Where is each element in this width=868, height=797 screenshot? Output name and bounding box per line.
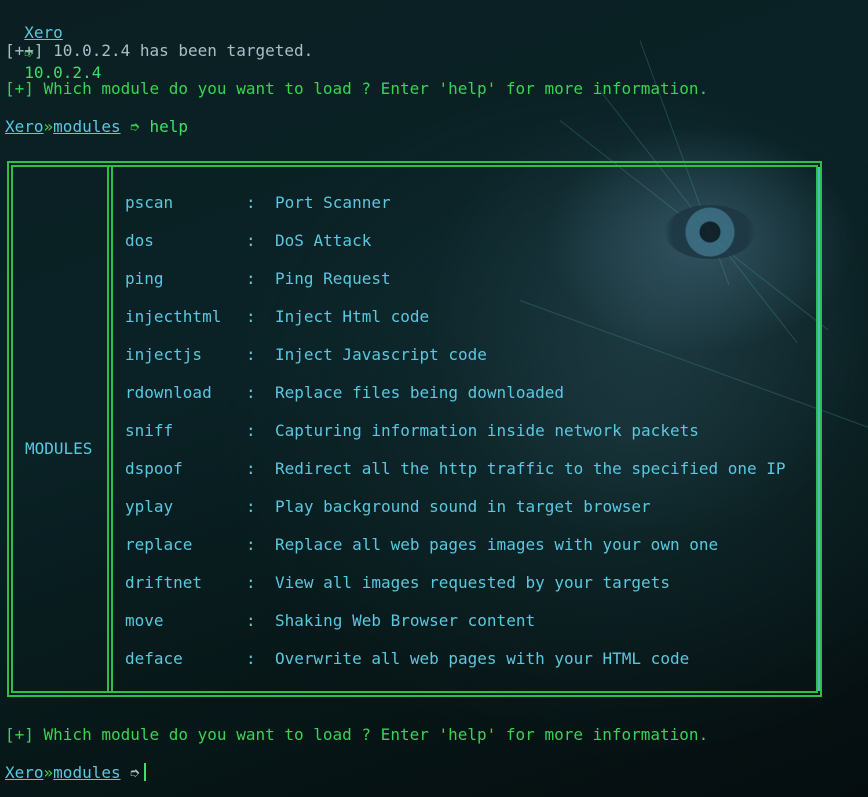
module-name: deface [125,649,183,668]
module-row: injectjs: Inject Javascript code [125,345,815,365]
module-name: ping [125,269,164,288]
prompt-separator: » [43,117,54,136]
module-separator: : [246,231,256,250]
module-description: Inject Javascript code [275,345,487,364]
modules-side-label: MODULES [25,439,93,458]
module-row: rdownload: Replace files being downloaded [125,383,815,403]
module-description: Redirect all the http traffic to the spe… [275,459,786,478]
module-separator: : [246,535,256,554]
module-separator: : [246,383,256,402]
module-row: deface: Overwrite all web pages with your… [125,649,815,669]
module-separator: : [246,611,256,630]
module-name: yplay [125,497,174,516]
module-description: Shaking Web Browser content [275,611,536,630]
prompt-separator: » [43,763,54,782]
modules-table-right-edge [818,167,820,691]
module-name: driftnet [125,573,203,592]
module-separator: : [246,497,256,516]
module-description: Replace files being downloaded [275,383,564,402]
prompt-line-input[interactable]: Xero»modules ➮ [5,763,146,783]
prompt-context: modules [53,763,121,782]
column-divider [107,165,109,693]
module-question: [+] Which module do you want to load ? E… [5,79,709,98]
target-message: [++] 10.0.2.4 has been targeted. [5,41,314,60]
module-row: replace: Replace all web pages images wit… [125,535,815,555]
module-name: injectjs [125,345,203,364]
module-description: Overwrite all web pages with your HTML c… [275,649,690,668]
module-name: injecthtml [125,307,222,326]
module-row: injecthtml: Inject Html code [125,307,815,327]
prompt-context: modules [53,117,121,136]
module-description: View all images requested by your target… [275,573,670,592]
module-description: Capturing information inside network pac… [275,421,699,440]
text-cursor [143,763,146,781]
module-separator: : [246,649,256,668]
module-separator: : [246,459,256,478]
module-separator: : [246,345,256,364]
module-description: Ping Request [275,269,391,288]
prompt-arrow-icon: ➮ [130,763,140,782]
prompt-user: Xero [5,763,44,782]
module-row: dos: DoS Attack [125,231,815,251]
module-separator: : [246,573,256,592]
prompt-line-help: Xero»modules ➮ help [5,117,188,137]
module-separator: : [246,307,256,326]
module-row: dspoof: Redirect all the http traffic to … [125,459,815,479]
module-row: pscan: Port Scanner [125,193,815,213]
module-description: DoS Attack [275,231,372,250]
module-name: rdownload [125,383,212,402]
module-row: driftnet: View all images requested by yo… [125,573,815,593]
module-row: move: Shaking Web Browser content [125,611,815,631]
module-name: dspoof [125,459,183,478]
module-separator: : [246,269,256,288]
module-description: Inject Html code [275,307,430,326]
help-command: help [149,117,189,136]
module-separator: : [246,193,256,212]
module-separator: : [246,421,256,440]
module-description: Replace all web pages images with your o… [275,535,719,554]
module-description: Port Scanner [275,193,391,212]
module-name: replace [125,535,193,554]
prompt-arrow-icon: ➮ [130,117,140,136]
module-row: sniff: Capturing information inside netwo… [125,421,815,441]
module-question: [+] Which module do you want to load ? E… [5,725,709,744]
module-row: ping: Ping Request [125,269,815,289]
column-divider [111,165,113,693]
prompt-user: Xero [24,23,63,42]
module-row: yplay: Play background sound in target br… [125,497,815,517]
module-description: Play background sound in target browser [275,497,651,516]
module-name: pscan [125,193,174,212]
module-name: move [125,611,164,630]
prompt-user: Xero [5,117,44,136]
module-name: sniff [125,421,174,440]
module-name: dos [125,231,154,250]
